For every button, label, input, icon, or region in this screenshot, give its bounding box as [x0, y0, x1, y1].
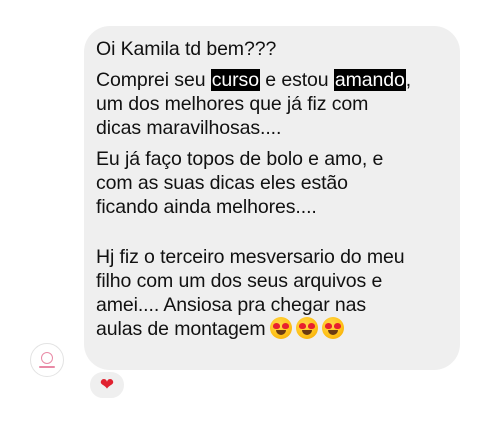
message-line-8: Hj fiz o terceiro mesversario do meu: [96, 246, 405, 268]
highlighted-word-amando: amando: [333, 69, 406, 91]
message-line-6: com as suas dicas eles estão: [96, 172, 348, 194]
sender-avatar[interactable]: [30, 343, 64, 377]
reaction-badge[interactable]: ❤: [88, 370, 126, 400]
message-line-11: aulas de montagem: [96, 317, 450, 341]
message-line-7: ficando ainda melhores....: [96, 196, 317, 218]
message-bubble[interactable]: Oi Kamila td bem??? Comprei seu curso e …: [84, 26, 460, 370]
highlighted-word-curso: curso: [210, 69, 260, 91]
text-segment: e estou: [259, 69, 334, 91]
message-line-1: Oi Kamila td bem???: [96, 38, 277, 60]
message-line-4: dicas maravilhosas....: [96, 117, 282, 139]
message-text: Oi Kamila td bem??? Comprei seu curso e …: [96, 37, 450, 341]
message-line-3: um dos melhores que já fiz com: [96, 93, 369, 115]
message-line-10: amei.... Ansiosa pra chegar nas: [96, 294, 367, 316]
text-segment: aulas de montagem: [96, 318, 266, 340]
heart-eyes-emoji-icon: [295, 317, 318, 339]
message-line-2: Comprei seu curso e estou amando,: [96, 68, 450, 92]
heart-eyes-emoji-icon: [321, 317, 344, 339]
heart-eyes-emoji-icon: [269, 317, 292, 339]
red-heart-icon: ❤: [99, 374, 115, 395]
message-line-5: Eu já faço topos de bolo e amo, e: [96, 148, 384, 170]
message-line-9: filho com um dos seus arquivos e: [96, 270, 383, 292]
text-segment: ,: [405, 69, 412, 91]
text-segment: Comprei seu: [96, 69, 211, 91]
